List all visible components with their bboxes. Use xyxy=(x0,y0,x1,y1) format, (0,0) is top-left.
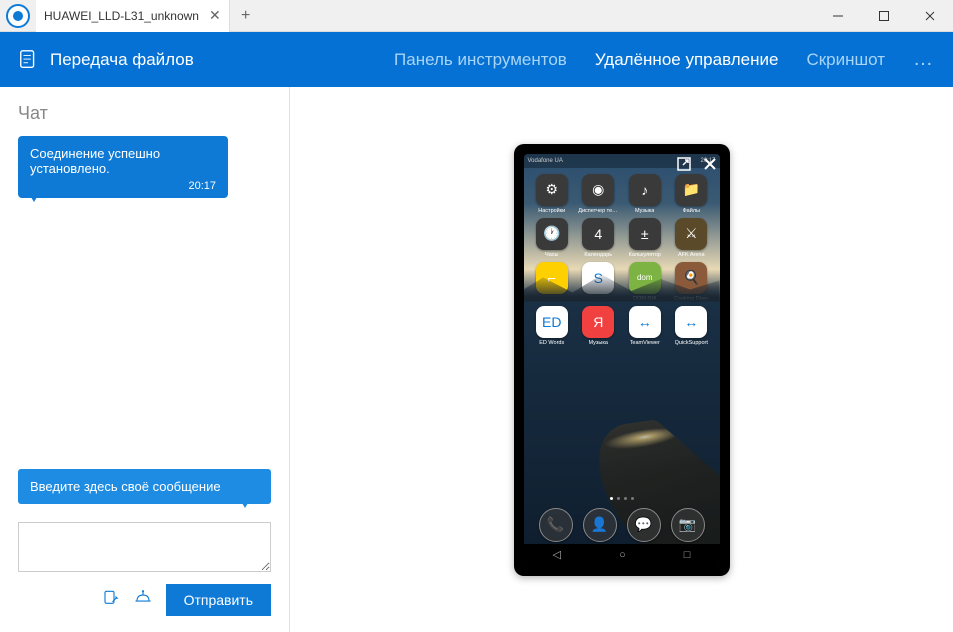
dock-icon[interactable]: 📷 xyxy=(671,508,705,542)
app-icon[interactable]: 🕐Часы xyxy=(530,218,575,258)
app-icon[interactable]: ⚙Настройки xyxy=(530,174,575,214)
android-navbar: ◁ ○ □ xyxy=(524,544,720,566)
phone-screen[interactable]: Vodafone UA 20:17 ⚙Настройки◉Диспетчер т… xyxy=(524,154,720,566)
close-remote-icon[interactable] xyxy=(700,154,720,174)
toolbar-more-button[interactable]: … xyxy=(913,48,935,71)
app-icon[interactable]: 4Календарь xyxy=(576,218,621,258)
chat-message-text: Соединение успешно установлено. xyxy=(30,146,216,176)
file-transfer-icon xyxy=(18,49,40,71)
session-tab[interactable]: HUAWEI_LLD-L31_unknown ✕ xyxy=(36,0,230,32)
nav-home-icon[interactable]: ○ xyxy=(619,549,626,561)
nav-recent-icon[interactable]: □ xyxy=(684,549,691,561)
close-tab-icon[interactable]: ✕ xyxy=(209,7,221,24)
app-icon[interactable]: ±Калькулятор xyxy=(623,218,668,258)
nav-back-icon[interactable]: ◁ xyxy=(553,548,561,561)
send-row: Отправить xyxy=(18,584,271,616)
close-icon xyxy=(924,10,936,22)
new-tab-button[interactable]: + xyxy=(230,0,262,32)
toolbar-item-tools[interactable]: Панель инструментов xyxy=(394,50,567,70)
dock-icon[interactable]: 💬 xyxy=(627,508,661,542)
dock-icon[interactable]: 📞 xyxy=(539,508,573,542)
send-button[interactable]: Отправить xyxy=(166,584,271,616)
phone-frame: Vodafone UA 20:17 ⚙Настройки◉Диспетчер т… xyxy=(514,144,730,576)
maximize-button[interactable] xyxy=(861,0,907,32)
dock-icon[interactable]: 👤 xyxy=(583,508,617,542)
toolbar-item-screenshot[interactable]: Скриншот xyxy=(806,50,885,70)
carrier-label: Vodafone UA xyxy=(528,158,563,164)
app-icon[interactable]: ↔TeamViewer xyxy=(623,306,668,346)
close-button[interactable] xyxy=(907,0,953,32)
popout-icon[interactable] xyxy=(674,154,694,174)
page-indicator xyxy=(524,497,720,500)
file-transfer-label: Передача файлов xyxy=(50,50,194,70)
app-icon[interactable]: ↔QuickSupport xyxy=(669,306,714,346)
app-icon[interactable]: 📁Файлы xyxy=(669,174,714,214)
toolbar: Передача файлов Панель инструментов Удал… xyxy=(0,32,953,87)
toolbar-nav: Панель инструментов Удалённое управление… xyxy=(394,48,935,71)
chat-title: Чат xyxy=(18,103,271,124)
toolbar-item-remote[interactable]: Удалённое управление xyxy=(595,50,779,70)
app-icon[interactable]: ♪Музыка xyxy=(623,174,668,214)
app-icon[interactable]: ЯМузыка xyxy=(576,306,621,346)
teamviewer-icon xyxy=(6,4,30,28)
minimize-icon xyxy=(832,10,844,22)
tab-title: HUAWEI_LLD-L31_unknown xyxy=(44,9,199,23)
chat-input[interactable] xyxy=(18,522,271,572)
app-icon[interactable]: EDED Words xyxy=(530,306,575,346)
file-transfer-button[interactable]: Передача файлов xyxy=(18,49,194,71)
content: Чат Соединение успешно установлено. 20:1… xyxy=(0,87,953,632)
remote-view: Vodafone UA 20:17 ⚙Настройки◉Диспетчер т… xyxy=(290,87,953,632)
maximize-icon xyxy=(878,10,890,22)
app-icon[interactable]: ⚔AFK Arena xyxy=(669,218,714,258)
chat-hint: Введите здесь своё сообщение xyxy=(18,469,271,504)
chat-message: Соединение успешно установлено. 20:17 xyxy=(18,136,228,198)
app-grid: ⚙Настройки◉Диспетчер телефона♪Музыка📁Фай… xyxy=(524,168,720,352)
notify-icon[interactable] xyxy=(134,589,152,612)
titlebar: HUAWEI_LLD-L31_unknown ✕ + xyxy=(0,0,953,32)
dock: 📞 👤 💬 📷 xyxy=(524,508,720,542)
chat-sidebar: Чат Соединение успешно установлено. 20:1… xyxy=(0,87,290,632)
window-controls xyxy=(815,0,953,32)
chat-message-time: 20:17 xyxy=(30,180,216,192)
attach-icon[interactable] xyxy=(102,589,120,612)
minimize-button[interactable] xyxy=(815,0,861,32)
app-icon[interactable]: ◉Диспетчер телефона xyxy=(576,174,621,214)
